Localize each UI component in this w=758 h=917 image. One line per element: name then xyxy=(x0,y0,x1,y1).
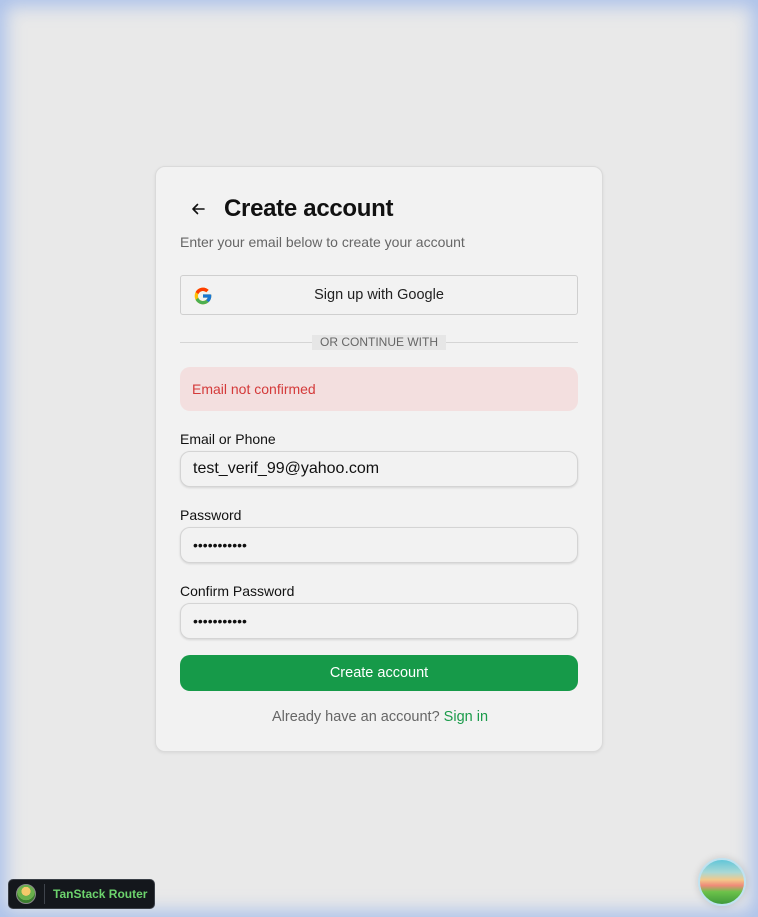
signin-prompt-text: Already have an account? xyxy=(271,709,444,725)
page-subtitle: Enter your email below to create your ac… xyxy=(180,234,465,250)
back-button[interactable] xyxy=(180,195,216,223)
page-title: Create account xyxy=(224,195,394,222)
password-field[interactable]: ••••••••••• xyxy=(180,527,578,563)
tanstack-router-devtools-button[interactable]: TanStack Router xyxy=(8,879,155,909)
arrow-left-icon xyxy=(192,203,205,215)
google-icon xyxy=(194,287,212,305)
google-signup-button[interactable]: Sign up with Google xyxy=(180,275,578,315)
password-label: Password xyxy=(180,507,242,523)
card-header: Create account xyxy=(180,195,394,223)
error-message: Email not confirmed xyxy=(192,381,316,397)
signin-prompt: Already have an account? Sign in xyxy=(156,709,604,725)
confirm-password-field[interactable]: ••••••••••• xyxy=(180,603,578,639)
error-alert: Email not confirmed xyxy=(180,367,578,411)
signup-card: Create account Enter your email below to… xyxy=(155,166,603,752)
devtools-separator xyxy=(44,884,45,904)
signin-link[interactable]: Sign in xyxy=(444,709,488,725)
confirm-password-label: Confirm Password xyxy=(180,583,295,599)
divider-text: OR CONTINUE WITH xyxy=(312,335,446,350)
google-button-label: Sign up with Google xyxy=(314,287,444,303)
tanstack-query-devtools-icon[interactable] xyxy=(698,858,746,906)
email-label: Email or Phone xyxy=(180,431,276,447)
devtools-label: TanStack Router xyxy=(53,887,148,901)
email-field[interactable]: test_verif_99@yahoo.com xyxy=(180,451,578,487)
tanstack-logo-icon xyxy=(16,884,36,904)
create-account-button[interactable]: Create account xyxy=(180,655,578,691)
